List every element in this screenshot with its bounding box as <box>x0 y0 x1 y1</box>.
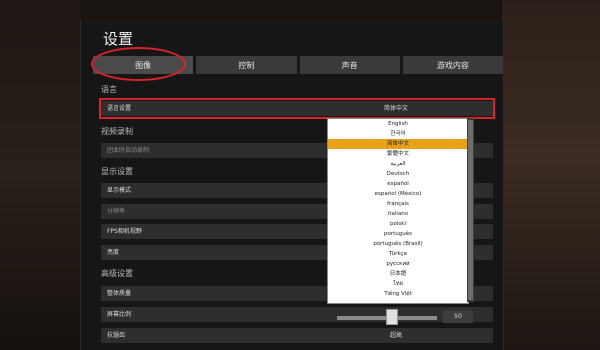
auto-record-label: 团本时自动录制 <box>107 147 150 154</box>
row-antialias[interactable]: 抗锯齿 超高 <box>101 328 493 343</box>
dropdown-scrollbar-thumb[interactable] <box>468 120 473 300</box>
background-left <box>0 0 80 350</box>
language-option[interactable]: 한국어 <box>328 129 468 139</box>
language-option[interactable]: русский <box>328 259 468 269</box>
tab-highlight-circle <box>91 47 186 81</box>
language-option[interactable]: français <box>328 199 468 209</box>
antialias-label: 抗锯齿 <box>107 332 126 339</box>
page-title: 设置 <box>103 30 134 48</box>
dropdown-scrollbar[interactable] <box>467 118 474 302</box>
language-option[interactable]: English <box>328 119 468 129</box>
row-highlight-box <box>99 98 495 119</box>
resolution-label: 分辨率 <box>107 208 126 215</box>
section-language: 语言 <box>101 85 117 94</box>
background-right <box>502 0 600 350</box>
display-mode-label: 显示模式 <box>107 187 132 194</box>
language-dropdown[interactable]: English 한국어 简体中文 繁體中文 العربية Deutsch es… <box>327 118 469 304</box>
antialias-value[interactable]: 超高 <box>301 328 491 343</box>
overall-quality-label: 整体质量 <box>107 290 132 297</box>
language-option[interactable]: Tiếng Việt <box>328 289 468 299</box>
language-option[interactable]: português <box>328 229 468 239</box>
screen-ratio-label: 屏幕比例 <box>107 311 132 318</box>
language-option[interactable]: português (Brasil) <box>328 239 468 249</box>
tab-controls[interactable]: 控制 <box>196 56 297 74</box>
language-option[interactable]: italiano <box>328 209 468 219</box>
language-option[interactable]: 日本語 <box>328 269 468 279</box>
language-option[interactable]: español <box>328 179 468 189</box>
tab-sound[interactable]: 声音 <box>299 56 400 74</box>
language-option[interactable]: 繁體中文 <box>328 149 468 159</box>
language-option[interactable]: polski <box>328 219 468 229</box>
language-option-selected[interactable]: 简体中文 <box>328 139 468 149</box>
screen-ratio-value[interactable]: 50 <box>443 310 473 323</box>
language-option[interactable]: ไทย <box>328 279 468 289</box>
screen-ratio-slider-thumb[interactable] <box>386 309 398 325</box>
section-display: 显示设置 <box>101 167 133 176</box>
language-option[interactable]: Türkçe <box>328 249 468 259</box>
section-video-record: 视频录制 <box>101 127 133 136</box>
language-option[interactable]: español (México) <box>328 189 468 199</box>
language-option[interactable]: العربية <box>328 159 468 169</box>
brightness-label: 亮度 <box>107 249 120 256</box>
fps-fov-label: FPS相机视野 <box>107 228 142 235</box>
settings-panel: 设置 图像 控制 声音 游戏内容 语言 语言设置 简体中文 视频录制 团本时自动… <box>80 20 504 350</box>
section-advanced: 高级设置 <box>101 269 133 278</box>
tab-gameplay[interactable]: 游戏内容 <box>402 56 503 74</box>
language-option[interactable]: Deutsch <box>328 169 468 179</box>
